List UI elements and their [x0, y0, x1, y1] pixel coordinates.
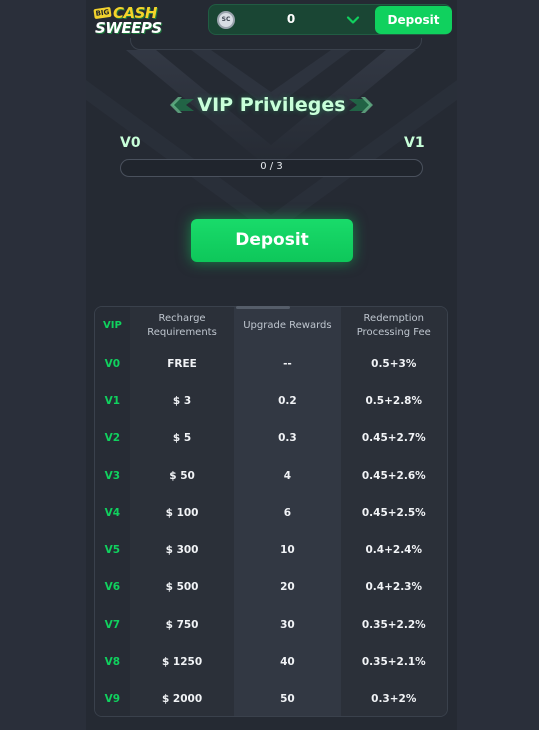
coin-icon: SC	[217, 11, 235, 29]
deposit-button[interactable]: Deposit	[191, 219, 353, 262]
dropdown-strip	[130, 38, 422, 50]
table-top-notch	[236, 306, 290, 309]
cell-vip: V2	[95, 419, 130, 457]
cell-fee: 0.45+2.5%	[340, 494, 447, 532]
cell-upgrade: 30	[234, 606, 341, 644]
cell-vip: V9	[95, 680, 130, 716]
cell-vip: V0	[95, 345, 130, 383]
cell-upgrade: 4	[234, 456, 341, 495]
cell-upgrade: 50	[234, 680, 341, 716]
cell-recharge: $ 750	[129, 606, 235, 644]
site-logo[interactable]: BIG CASH SWEEPS	[92, 4, 162, 38]
cell-recharge: $ 2000	[129, 680, 235, 716]
cell-fee: 0.4+2.4%	[340, 531, 447, 569]
left-backdrop	[0, 0, 86, 730]
cell-upgrade: 40	[234, 643, 341, 681]
cell-fee: 0.35+2.2%	[340, 606, 447, 644]
next-level-label: V1	[404, 135, 425, 151]
cell-recharge: FREE	[129, 345, 235, 383]
cell-upgrade: 0.3	[234, 419, 341, 457]
right-backdrop	[457, 0, 539, 730]
cell-fee: 0.45+2.7%	[340, 419, 447, 457]
cell-recharge: $ 100	[129, 494, 235, 532]
table-row: V9 $ 2000 50 0.3+2%	[95, 680, 447, 716]
table-row: V4 $ 100 6 0.45+2.5%	[95, 494, 447, 532]
cell-vip: V8	[95, 643, 130, 681]
table-row: V6 $ 500 20 0.4+2.3%	[95, 568, 447, 607]
table-header-row: VIP Recharge Requirements Upgrade Reward…	[95, 307, 447, 345]
cell-vip: V6	[95, 568, 130, 607]
cell-vip: V1	[95, 382, 130, 420]
cell-upgrade: --	[234, 345, 341, 383]
balance-widget: SC 0 Deposit	[208, 4, 452, 35]
cell-fee: 0.5+2.8%	[340, 382, 447, 420]
balance-value: 0	[286, 12, 296, 26]
table-row: V7 $ 750 30 0.35+2.2%	[95, 606, 447, 644]
table-row: V2 $ 5 0.3 0.45+2.7%	[95, 419, 447, 457]
header-fee: Redemption Processing Fee	[340, 307, 447, 345]
vip-title: VIP Privileges	[197, 94, 346, 116]
cell-vip: V7	[95, 606, 130, 644]
vip-table: VIP Recharge Requirements Upgrade Reward…	[94, 306, 448, 717]
cell-recharge: $ 5	[129, 419, 235, 457]
cell-vip: V3	[95, 456, 130, 495]
cell-upgrade: 20	[234, 568, 341, 607]
vip-progress-text: 0 / 3	[260, 161, 283, 172]
vip-page: BIG CASH SWEEPS SC 0 Deposit VIP Privile…	[86, 0, 457, 730]
cell-upgrade: 6	[234, 494, 341, 532]
table-row: V0 FREE -- 0.5+3%	[95, 345, 447, 383]
current-level-label: V0	[120, 135, 141, 151]
cell-recharge: $ 50	[129, 456, 235, 495]
header-deposit-button[interactable]: Deposit	[375, 6, 452, 34]
vip-progress-bar: 0 / 3	[120, 159, 423, 177]
header-upgrade: Upgrade Rewards	[234, 307, 341, 345]
cell-vip: V5	[95, 531, 130, 569]
cell-recharge: $ 500	[129, 568, 235, 607]
cell-recharge: $ 3	[129, 382, 235, 420]
logo-sweeps-text: SWEEPS	[95, 19, 162, 37]
cell-fee: 0.5+3%	[340, 345, 447, 383]
table-row: V3 $ 50 4 0.45+2.6%	[95, 456, 447, 495]
cell-upgrade: 10	[234, 531, 341, 569]
table-row: V1 $ 3 0.2 0.5+2.8%	[95, 382, 447, 420]
cell-vip: V4	[95, 494, 130, 532]
cell-fee: 0.45+2.6%	[340, 456, 447, 495]
header-recharge: Recharge Requirements	[129, 307, 235, 345]
cell-fee: 0.3+2%	[340, 680, 447, 716]
cell-recharge: $ 300	[129, 531, 235, 569]
cell-fee: 0.35+2.1%	[340, 643, 447, 681]
cell-upgrade: 0.2	[234, 382, 341, 420]
chevron-backdrop	[86, 50, 457, 220]
cell-recharge: $ 1250	[129, 643, 235, 681]
table-row: V5 $ 300 10 0.4+2.4%	[95, 531, 447, 569]
cell-fee: 0.4+2.3%	[340, 568, 447, 607]
logo-big-badge: BIG	[93, 6, 112, 20]
table-row: V8 $ 1250 40 0.35+2.1%	[95, 643, 447, 681]
header-vip: VIP	[95, 307, 130, 345]
chevron-down-icon[interactable]	[346, 13, 360, 27]
